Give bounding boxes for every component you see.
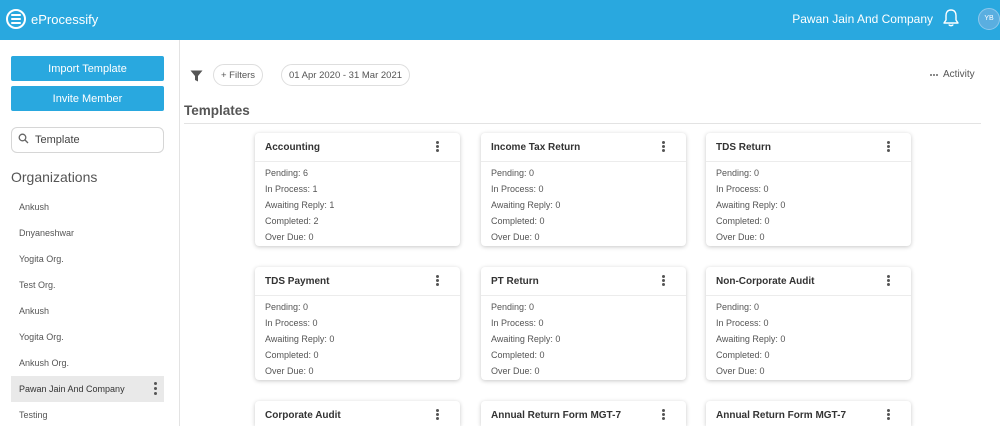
org-item[interactable]: Test Org. [11,272,164,298]
invite-member-button[interactable]: Invite Member [11,86,164,111]
more-vertical-icon[interactable] [887,141,890,152]
stat-in-process: In Process: 0 [265,318,318,328]
current-company-name[interactable]: Pawan Jain And Company [792,12,933,26]
import-template-button[interactable]: Import Template [11,56,164,81]
org-item[interactable]: Testing [11,402,164,426]
org-item-label: Dnyaneshwar [19,228,75,238]
top-header: eProcessify Pawan Jain And Company YB [0,0,1000,40]
app-name: eProcessify [31,11,99,27]
template-card[interactable]: Corporate Audit [255,401,460,426]
search-input[interactable] [35,134,145,146]
org-item-active[interactable]: Pawan Jain And Company [11,376,164,402]
org-item-label: Ankush Org. [19,358,70,368]
more-vertical-icon[interactable] [662,409,665,420]
filters-button[interactable]: + Filters [213,64,264,86]
stat-completed: Completed: 0 [716,350,770,360]
template-card[interactable]: Annual Return Form MGT-7 [706,401,911,426]
stat-over-due: Over Due: 0 [265,232,314,242]
template-card[interactable]: Income Tax Return Pending: 0 In Process:… [481,133,686,246]
stat-completed: Completed: 0 [491,216,545,226]
card-title: Accounting [265,142,320,153]
card-title: Non-Corporate Audit [716,276,815,287]
more-vertical-icon[interactable] [887,275,890,286]
stat-pending: Pending: 0 [716,302,760,312]
org-item[interactable]: Dnyaneshwar [11,220,164,246]
stat-in-process: In Process: 0 [491,318,544,328]
org-item-label: Yogita Org. [19,254,64,264]
stat-completed: Completed: 0 [265,350,319,360]
more-vertical-icon[interactable] [436,275,439,286]
more-vertical-icon[interactable] [436,409,439,420]
eprocessify-logo-icon [6,9,26,29]
org-item-label: Testing [19,410,48,420]
activity-button[interactable]: Activity [930,69,975,80]
stat-pending: Pending: 0 [716,168,760,178]
templates-heading: Templates [184,103,250,118]
stat-over-due: Over Due: 0 [491,366,540,376]
org-item-label: Pawan Jain And Company [19,384,125,394]
organizations-heading: Organizations [11,169,98,185]
org-item[interactable]: Yogita Org. [11,246,164,272]
stat-awaiting-reply: Awaiting Reply: 0 [265,334,335,344]
template-card[interactable]: Accounting Pending: 6 In Process: 1 Awai… [255,133,460,246]
sidebar: Import Template Invite Member Organizati… [0,40,180,426]
card-title: PT Return [491,276,539,287]
stat-completed: Completed: 0 [716,216,770,226]
organization-list: Ankush Dnyaneshwar Yogita Org. Test Org.… [11,194,164,426]
stat-awaiting-reply: Awaiting Reply: 0 [491,334,561,344]
org-item[interactable]: Ankush Org. [11,350,164,376]
more-horizontal-icon [930,73,938,76]
activity-label: Activity [943,69,975,80]
more-vertical-icon[interactable] [662,275,665,286]
stat-awaiting-reply: Awaiting Reply: 0 [716,200,786,210]
stat-awaiting-reply: Awaiting Reply: 0 [491,200,561,210]
stat-in-process: In Process: 0 [716,184,769,194]
more-vertical-icon[interactable] [662,141,665,152]
org-item[interactable]: Ankush [11,194,164,220]
org-item-label: Yogita Org. [19,332,64,342]
stat-completed: Completed: 0 [491,350,545,360]
card-title: Corporate Audit [265,410,341,421]
org-item[interactable]: Ankush [11,298,164,324]
bell-icon[interactable] [942,8,960,28]
stat-awaiting-reply: Awaiting Reply: 1 [265,200,335,210]
date-range-picker[interactable]: 01 Apr 2020 - 31 Mar 2021 [281,64,411,86]
template-card[interactable]: TDS Return Pending: 0 In Process: 0 Awai… [706,133,911,246]
template-card[interactable]: Non-Corporate Audit Pending: 0 In Proces… [706,267,911,380]
card-title: Annual Return Form MGT-7 [716,410,846,421]
stat-in-process: In Process: 0 [491,184,544,194]
card-title: TDS Return [716,142,771,153]
section-divider [184,123,981,124]
filter-icon[interactable] [190,69,203,87]
stat-over-due: Over Due: 0 [491,232,540,242]
stat-awaiting-reply: Awaiting Reply: 0 [716,334,786,344]
brand[interactable]: eProcessify [6,9,98,29]
org-item[interactable]: Yogita Org. [11,324,164,350]
org-item-label: Ankush [19,306,50,316]
stat-over-due: Over Due: 0 [716,366,765,376]
user-avatar[interactable]: YB [978,8,1000,30]
stat-pending: Pending: 0 [265,302,309,312]
search-icon [18,131,29,149]
stat-over-due: Over Due: 0 [265,366,314,376]
org-more-options-icon[interactable] [154,382,157,395]
org-item-label: Ankush [19,202,50,212]
template-search[interactable] [11,127,164,153]
stat-over-due: Over Due: 0 [716,232,765,242]
more-vertical-icon[interactable] [887,409,890,420]
stat-in-process: In Process: 0 [716,318,769,328]
stat-in-process: In Process: 1 [265,184,318,194]
org-item-label: Test Org. [19,280,56,290]
card-title: Income Tax Return [491,142,581,153]
template-card[interactable]: PT Return Pending: 0 In Process: 0 Await… [481,267,686,380]
template-card[interactable]: TDS Payment Pending: 0 In Process: 0 Awa… [255,267,460,380]
stat-pending: Pending: 6 [265,168,309,178]
card-title: Annual Return Form MGT-7 [491,410,621,421]
template-card[interactable]: Annual Return Form MGT-7 [481,401,686,426]
more-vertical-icon[interactable] [436,141,439,152]
card-title: TDS Payment [265,276,330,287]
stat-completed: Completed: 2 [265,216,319,226]
stat-pending: Pending: 0 [491,302,535,312]
stat-pending: Pending: 0 [491,168,535,178]
